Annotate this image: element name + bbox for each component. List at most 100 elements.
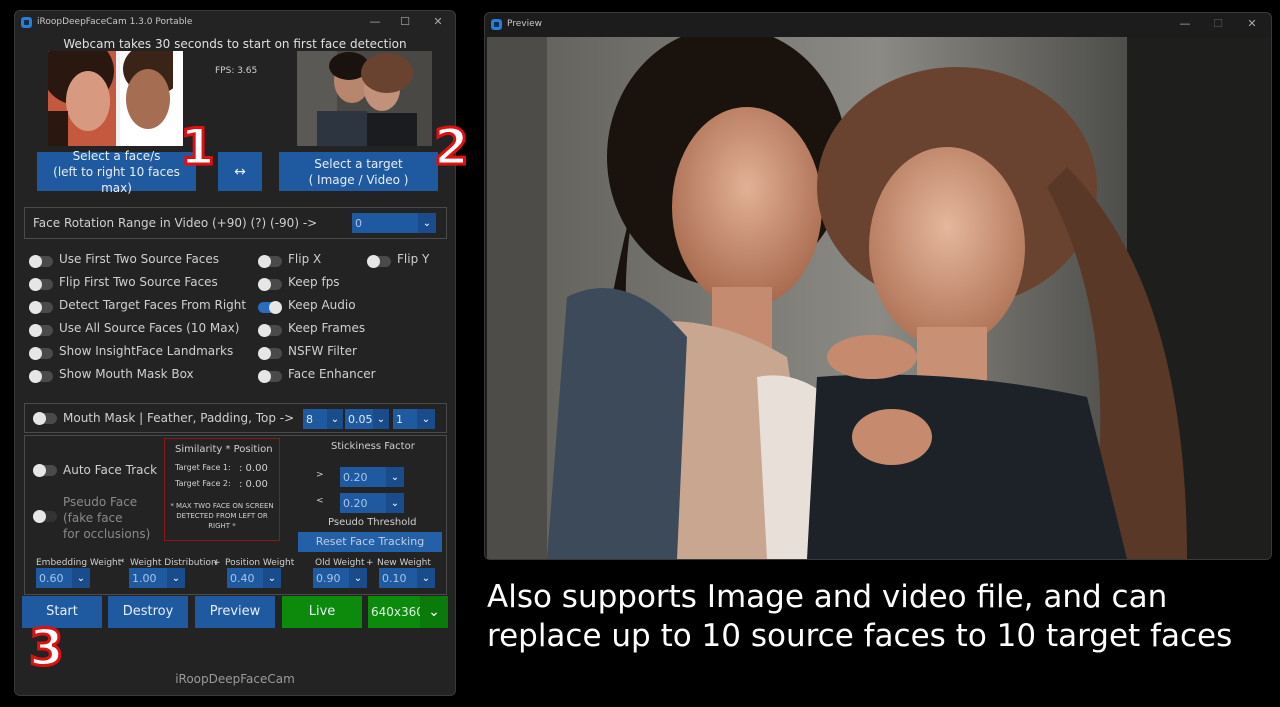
toggle-switch[interactable]	[29, 370, 53, 383]
mouth-mask-label: Mouth Mask | Feather, Padding, Top ->	[63, 411, 295, 425]
select-target-button[interactable]: Select a target ( Image / Video )	[279, 152, 438, 191]
lt-symbol: <	[316, 496, 324, 506]
webcam-banner: Webcam takes 30 seconds to start on firs…	[63, 37, 407, 51]
annotation-number-2: 2	[433, 118, 471, 176]
top-dropdown[interactable]: 1 ⌄	[393, 409, 435, 429]
stickiness-gt-value: 0.20	[340, 467, 386, 487]
weight-distribution-value: 1.00	[129, 568, 167, 588]
chevron-down-icon[interactable]: ⌄	[417, 568, 435, 588]
padding-dropdown[interactable]: 0.05 ⌄	[345, 409, 389, 429]
toggle-switch[interactable]	[29, 347, 53, 360]
toggle-switch[interactable]	[29, 301, 53, 314]
stickiness-title: Stickiness Factor	[331, 441, 415, 452]
maximize-icon[interactable]: ☐	[1208, 17, 1228, 30]
main-window: iRoopDeepFaceCam 1.3.0 Portable — ☐ ✕ We…	[14, 10, 456, 696]
close-icon[interactable]: ✕	[428, 15, 448, 28]
plus-symbol: +	[213, 558, 221, 568]
chevron-down-icon[interactable]: ⌄	[263, 568, 281, 588]
app-icon	[491, 19, 502, 30]
new-weight-dropdown[interactable]: 0.10 ⌄	[379, 568, 435, 588]
toggle-label: Use First Two Source Faces	[59, 252, 220, 266]
embedding-weight-dropdown[interactable]: 0.60 ⌄	[36, 568, 90, 588]
toggle-label: Flip Y	[397, 252, 430, 266]
embedding-weight-value: 0.60	[36, 568, 72, 588]
old-weight-dropdown[interactable]: 0.90 ⌄	[313, 568, 367, 588]
toggle-label: Detect Target Faces From Right	[59, 298, 247, 312]
toggle-switch[interactable]	[367, 255, 391, 268]
pseudo-face-toggle[interactable]	[33, 510, 57, 523]
minimize-icon[interactable]: —	[1175, 17, 1195, 30]
toggle-switch[interactable]	[29, 324, 53, 337]
swap-button[interactable]: ↔	[218, 152, 262, 191]
rotation-dropdown[interactable]: 0 ⌄	[352, 213, 436, 233]
feather-dropdown[interactable]: 8 ⌄	[303, 409, 343, 429]
minimize-icon[interactable]: —	[365, 15, 385, 28]
target-face-1-label: Target Face 1:	[175, 463, 231, 472]
similarity-title: Similarity * Position	[175, 444, 273, 455]
preview-image	[487, 37, 1270, 559]
toggle-switch[interactable]	[29, 255, 53, 268]
destroy-button[interactable]: Destroy	[108, 596, 188, 628]
preview-title-bar: Preview — ☐ ✕	[485, 13, 1271, 35]
stickiness-lt-value: 0.20	[340, 493, 386, 513]
chevron-down-icon[interactable]: ⌄	[349, 568, 367, 588]
new-weight-value: 0.10	[379, 568, 417, 588]
old-weight-label: Old Weight	[315, 558, 365, 568]
rotation-value: 0	[352, 213, 418, 233]
stickiness-lt-dropdown[interactable]: 0.20 ⌄	[340, 493, 404, 513]
stickiness-gt-dropdown[interactable]: 0.20 ⌄	[340, 467, 404, 487]
weight-distribution-dropdown[interactable]: 1.00 ⌄	[129, 568, 185, 588]
position-weight-dropdown[interactable]: 0.40 ⌄	[227, 568, 281, 588]
preview-button[interactable]: Preview	[195, 596, 275, 628]
position-weight-label: Position Weight	[225, 558, 295, 568]
chevron-down-icon[interactable]: ⌄	[373, 409, 389, 429]
auto-face-track-toggle[interactable]	[33, 464, 57, 477]
chevron-down-icon[interactable]: ⌄	[386, 493, 404, 513]
feather-value: 8	[303, 409, 327, 429]
toggle-label: Keep fps	[288, 275, 340, 289]
mouth-mask-toggle[interactable]	[33, 412, 57, 425]
toggle-switch[interactable]	[258, 255, 282, 268]
chevron-down-icon[interactable]: ⌄	[420, 596, 448, 628]
chevron-down-icon[interactable]: ⌄	[327, 409, 343, 429]
toggle-label: Use All Source Faces (10 Max)	[59, 321, 240, 335]
toggle-switch[interactable]	[29, 278, 53, 291]
chevron-down-icon[interactable]: ⌄	[418, 213, 436, 233]
close-icon[interactable]: ✕	[1242, 17, 1262, 30]
toggle-switch[interactable]	[258, 278, 282, 291]
app-icon	[21, 17, 32, 28]
toggle-switch[interactable]	[258, 324, 282, 337]
toggle-list-mid: Flip X Keep fps Keep Audio Keep Frames N…	[258, 252, 376, 392]
footer-brand: iRoopDeepFaceCam	[175, 672, 295, 686]
annotation-number-3: 3	[28, 619, 66, 677]
chevron-down-icon[interactable]: ⌄	[167, 568, 185, 588]
auto-face-track-label: Auto Face Track	[63, 463, 158, 477]
select-face-button[interactable]: Select a face/s (left to right 10 faces …	[37, 149, 196, 195]
top-value: 1	[393, 409, 417, 429]
source-faces-image	[48, 51, 183, 146]
position-weight-value: 0.40	[227, 568, 263, 588]
chevron-down-icon[interactable]: ⌄	[417, 409, 435, 429]
live-button[interactable]: Live	[282, 596, 362, 628]
toggle-switch[interactable]	[258, 370, 282, 383]
gt-symbol: >	[316, 470, 324, 480]
chevron-down-icon[interactable]: ⌄	[72, 568, 90, 588]
reset-face-tracking-button[interactable]: Reset Face Tracking	[298, 532, 442, 552]
maximize-icon[interactable]: ☐	[395, 15, 415, 28]
target-face-2-value: : 0.00	[239, 479, 268, 490]
chevron-down-icon[interactable]: ⌄	[386, 467, 404, 487]
toggle-label: Show InsightFace Landmarks	[59, 344, 234, 358]
resolution-dropdown[interactable]: 640x360 ⌄	[368, 596, 448, 628]
preview-title: Preview	[507, 19, 543, 29]
fps-readout: FPS: 3.65	[215, 66, 258, 76]
pseudo-threshold-label: Pseudo Threshold	[328, 517, 417, 528]
toggle-label: Keep Audio	[288, 298, 356, 312]
toggle-switch[interactable]	[258, 301, 282, 314]
toggle-switch[interactable]	[258, 347, 282, 360]
similarity-box: Similarity * Position Target Face 1: : 0…	[164, 438, 280, 541]
target-face-1-value: : 0.00	[239, 463, 268, 474]
star-symbol: *	[120, 558, 125, 568]
toggle-label: Show Mouth Mask Box	[59, 367, 194, 381]
source-face-thumbnail	[48, 51, 183, 146]
rotation-section: Face Rotation Range in Video (+90) (?) (…	[24, 207, 447, 239]
